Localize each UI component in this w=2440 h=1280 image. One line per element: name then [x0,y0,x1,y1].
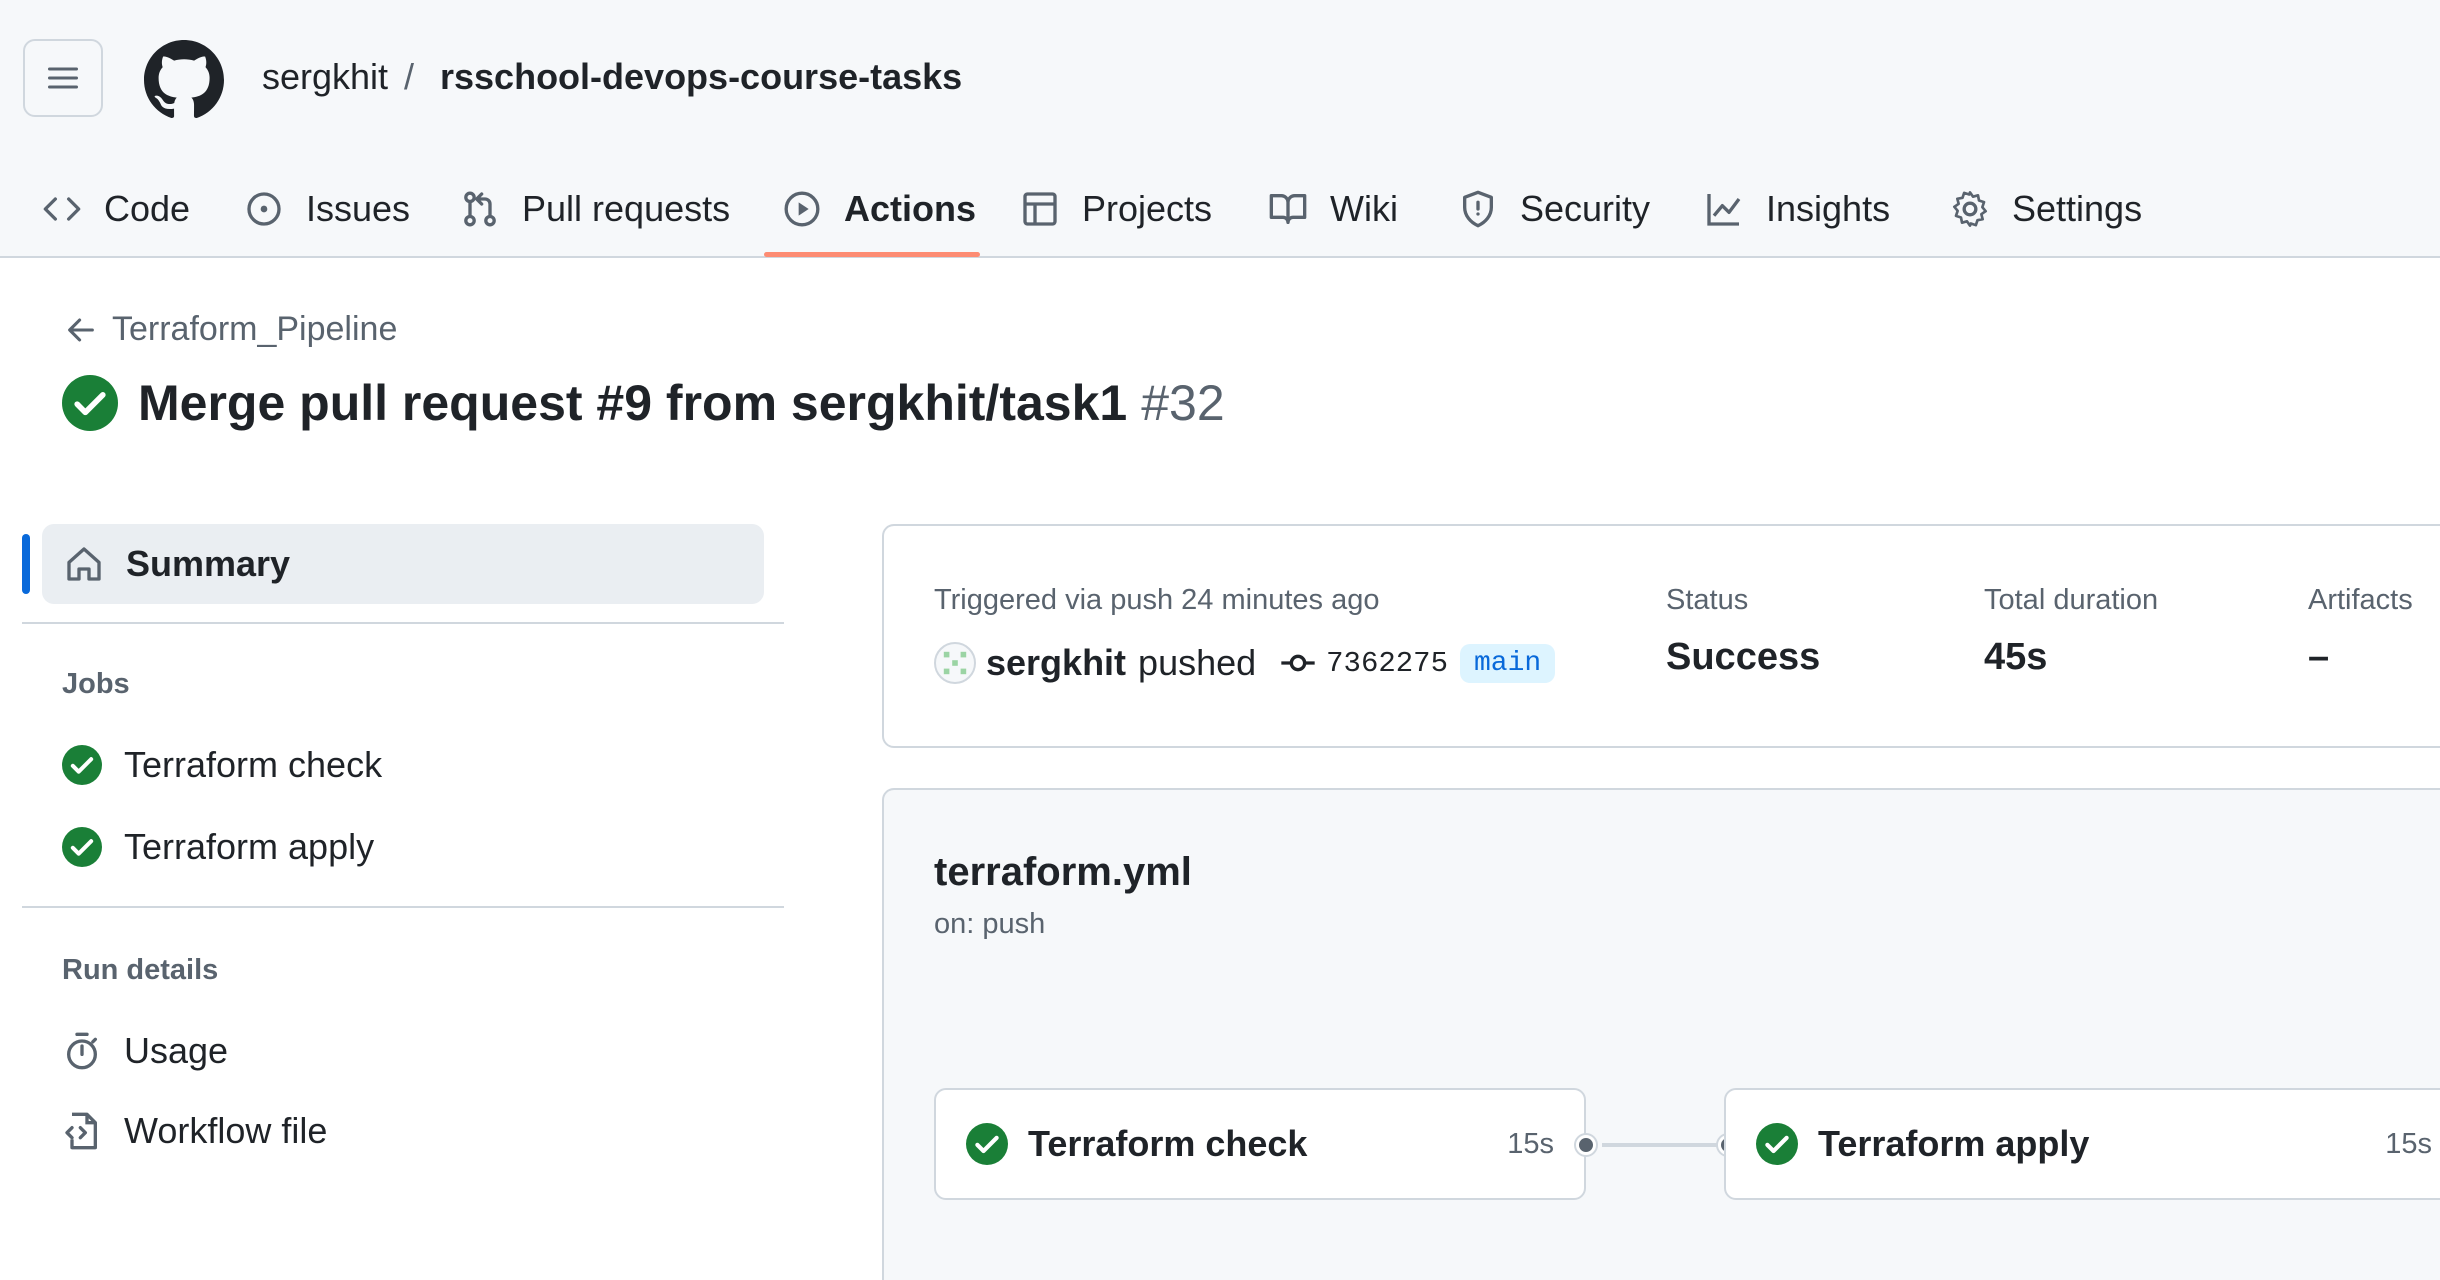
tab-settings[interactable]: Settings [1950,160,2142,258]
sidebar-item-label: Workflow file [124,1110,328,1151]
tab-label: Issues [306,188,411,229]
commit-sha-link[interactable]: 7362275 [1326,647,1448,680]
sidebar-item-label: Terraform apply [124,826,375,867]
identicon-icon [943,651,967,675]
status-value: Success [1666,636,1821,678]
home-icon [67,547,101,581]
sidebar-item-label: Summary [126,543,291,584]
github-logo-icon[interactable] [144,40,224,120]
check-circle-fill-icon [62,827,102,867]
job-duration: 15s [1507,1127,1554,1160]
check-circle-fill-icon [62,375,118,431]
stopwatch-icon [67,1032,98,1070]
duration-value: 45s [1984,636,2048,678]
branch-badge[interactable]: main [1459,643,1556,683]
active-tab-indicator [764,252,980,257]
jobs-heading: Jobs [62,668,130,700]
sidebar-divider [22,906,784,908]
tab-label: Wiki [1330,188,1398,229]
three-bars-icon [48,67,78,89]
file-code-icon [65,1112,98,1150]
status-label: Status [1666,584,1749,616]
tab-insights[interactable]: Insights [1704,160,1890,258]
path-separator: / [404,56,415,97]
selected-indicator [22,534,30,594]
workflow-graph: terraform.yml on: push Terraform check 1… [882,788,2440,1280]
run-details-heading: Run details [62,954,219,986]
tab-code[interactable]: Code [42,160,190,258]
repo-name-link[interactable]: rsschool-devops-course-tasks [440,56,962,98]
tab-pull-requests[interactable]: Pull requests [460,160,730,258]
sidebar-item-label: Terraform check [124,744,383,785]
sidebar-item-workflow-file[interactable]: Workflow file [62,1110,327,1152]
tab-label: Projects [1082,188,1213,229]
check-circle-fill-icon [62,745,102,785]
sidebar-item-job[interactable]: Terraform apply [62,826,374,868]
job-node[interactable]: Terraform apply 15s [1724,1088,2440,1200]
sidebar-item-label: Usage [124,1030,229,1071]
arrow-left-icon [68,318,94,341]
check-circle-fill-icon [1756,1123,1798,1165]
tab-label: Code [104,188,191,229]
tab-actions[interactable]: Actions [782,160,976,258]
tab-issues[interactable]: Issues [244,160,410,258]
check-circle-fill-icon [966,1123,1008,1165]
tab-projects[interactable]: Projects [1020,160,1212,258]
tab-label: Insights [1766,188,1891,229]
page-title: Merge pull request #9 from sergkhit/task… [138,375,1128,431]
table-icon [1023,192,1057,226]
job-node[interactable]: Terraform check 15s [934,1088,1586,1200]
connector-dot [1576,1135,1596,1155]
global-menu-button[interactable] [23,39,103,117]
push-action: pushed [1138,642,1257,683]
tab-label: Settings [2012,188,2143,229]
trigger-text: Triggered via push 24 minutes ago [934,584,1380,616]
push-info: sergkhit pushed 7362275 main [934,642,1556,684]
graph-icon [1707,194,1741,226]
tab-security[interactable]: Security [1458,160,1650,258]
workflow-name: Terraform_Pipeline [112,310,398,348]
workflow-trigger: on: push [934,908,1046,940]
book-icon [1269,194,1307,224]
gear-icon [1953,191,1987,228]
tab-label: Pull requests [522,188,731,229]
job-duration: 15s [2385,1127,2432,1160]
git-commit-icon [1281,654,1315,672]
sidebar-item-usage[interactable]: Usage [62,1030,228,1072]
run-title-row: Merge pull request #9 from sergkhit/task… [62,374,1225,432]
tab-label: Actions [844,188,977,229]
sidebar-divider [22,622,784,624]
avatar[interactable] [934,642,976,684]
duration-label: Total duration [1984,584,2159,616]
repo-nav-tabs: Code Issues Pull requests Actions Projec… [0,160,2440,258]
job-name: Terraform check [1028,1123,1308,1164]
git-pull-request-icon [464,191,496,227]
sidebar-item-job[interactable]: Terraform check [62,744,382,786]
job-name: Terraform apply [1818,1123,2090,1164]
issue-opened-icon [247,192,281,226]
actor-link[interactable]: sergkhit [986,642,1126,684]
sidebar-item-summary[interactable]: Summary [22,524,764,604]
run-number: #32 [1141,375,1225,431]
run-summary-card: Triggered via push 24 minutes ago sergkh… [882,524,2440,748]
repo-owner-link[interactable]: sergkhit [262,56,388,98]
artifacts-value: – [2308,636,2330,678]
repo-header: sergkhit / rsschool-devops-course-tasks … [0,0,2440,258]
code-icon [43,197,81,221]
play-icon [784,191,820,227]
tab-label: Security [1520,188,1651,229]
workflow-file-name: terraform.yml [934,850,1192,894]
workflow-back-link[interactable]: Terraform_Pipeline [64,310,397,349]
artifacts-label: Artifacts [2308,584,2413,616]
tab-wiki[interactable]: Wiki [1268,160,1398,258]
shield-icon [1463,190,1493,228]
